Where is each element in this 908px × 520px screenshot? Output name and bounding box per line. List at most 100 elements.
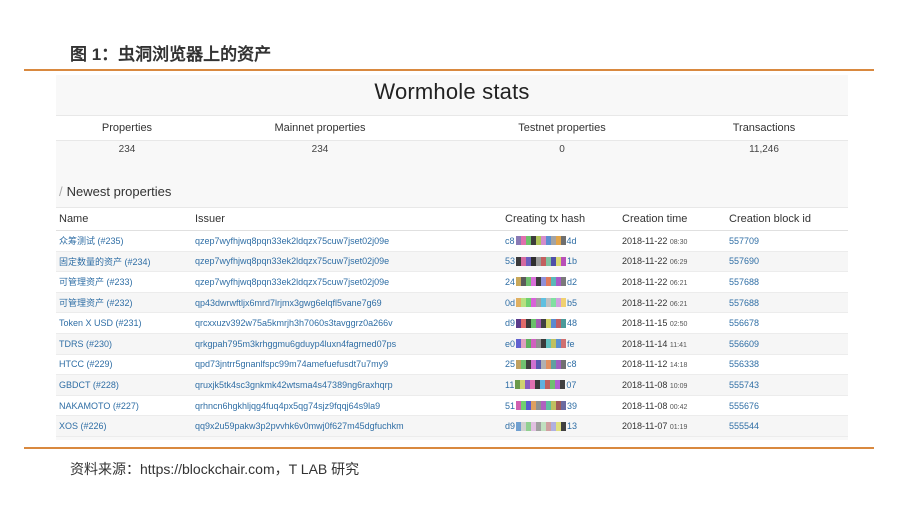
tx-hash-link[interactable]: d9 13	[502, 415, 619, 437]
issuer-address-link[interactable]: qzep7wyfhjwq8pqn33ek2ldqzx75cuw7jset02j0…	[192, 230, 502, 252]
property-name: TDRS (#230)	[59, 338, 113, 349]
issuer-address: qzep7wyfhjwq8pqn33ek2ldqzx75cuw7jset02j0…	[195, 276, 390, 287]
tx-hash-link[interactable]: 53 1b	[502, 251, 619, 273]
block-id-link[interactable]: 555676	[726, 395, 848, 417]
creation-date: 2018-11-14	[622, 338, 668, 349]
block-id-link[interactable]: 556609	[726, 333, 848, 355]
block-id-link[interactable]: 556678	[726, 312, 848, 334]
issuer-address: qpd73jntrr5gnanlfspc99m74amefuefusdt7u7m…	[195, 359, 389, 370]
creation-time: 2018-11-14 11:41	[619, 333, 726, 355]
creation-time: 2018-11-22 08:30	[619, 230, 726, 252]
issuer-address-link[interactable]: qzep7wyfhjwq8pqn33ek2ldqzx75cuw7jset02j0…	[192, 251, 502, 273]
stats-header-mainnet: Mainnet properties	[274, 122, 366, 134]
table-row: GBDCT (#228) qruxjk5tk4sc3gnkmk42wtsma4s4…	[56, 374, 848, 396]
column-header-issuer: Issuer	[192, 207, 502, 231]
creation-clock: 00:42	[669, 403, 688, 411]
table-row: NAKAMOTO (#227) qrhncn6hgkhljqg4fuq4px5qg…	[56, 395, 848, 417]
tx-hash-link[interactable]: 51 39	[502, 395, 619, 417]
tx-hash-suffix: b5	[567, 297, 578, 308]
creation-date: 2018-11-07	[622, 421, 668, 432]
tx-hash-redaction	[515, 236, 566, 246]
tx-hash-prefix: 25	[505, 359, 516, 370]
stats-header-testnet: Testnet properties	[518, 122, 606, 134]
property-name: NAKAMOTO (#227)	[59, 400, 139, 411]
redaction-block	[561, 359, 567, 369]
redaction-block	[561, 277, 567, 287]
tx-hash-prefix: 0d	[505, 297, 516, 308]
block-id: 557709	[729, 235, 760, 246]
property-name-link[interactable]: NAKAMOTO (#227)	[56, 395, 192, 417]
issuer-address-link[interactable]: qrhncn6hgkhljqg4fuq4px5qg74sjz9fqqj64s9l…	[192, 395, 502, 417]
block-id: 556609	[729, 338, 760, 349]
property-name-link[interactable]: XOS (#226)	[56, 415, 192, 437]
tx-hash-prefix: 24	[505, 276, 516, 287]
property-name-link[interactable]: GBDCT (#228)	[56, 374, 192, 396]
bottom-divider	[24, 447, 874, 449]
block-id-link[interactable]: 557688	[726, 292, 848, 314]
tx-hash-link[interactable]: c8 4d	[502, 230, 619, 252]
property-name: XOS (#226)	[59, 421, 107, 432]
tx-hash-link[interactable]: e0 fe	[502, 333, 619, 355]
issuer-address-link[interactable]: qzep7wyfhjwq8pqn33ek2ldqzx75cuw7jset02j0…	[192, 271, 502, 293]
block-id: 556678	[729, 318, 760, 329]
property-name-link[interactable]: 众筹测试 (#235)	[56, 230, 192, 252]
newest-properties-table: Name Issuer Creating tx hash Creation ti…	[56, 207, 848, 437]
tx-hash-link[interactable]: 0d b5	[502, 292, 619, 314]
property-name-link[interactable]: TDRS (#230)	[56, 333, 192, 355]
issuer-address: qp43dwrwftljx6mrd7lrjmx3gwg6elqfl5vane7g…	[195, 297, 382, 308]
tx-hash-link[interactable]: d9 48	[502, 312, 619, 334]
property-name-link[interactable]: 可管理资产 (#233)	[56, 271, 192, 293]
issuer-address-link[interactable]: qp43dwrwftljx6mrd7lrjmx3gwg6elqfl5vane7g…	[192, 292, 502, 314]
property-name: 可管理资产 (#233)	[59, 277, 133, 288]
table-body: 众筹测试 (#235) qzep7wyfhjwq8pqn33ek2ldqzx75c…	[56, 230, 848, 437]
property-name-link[interactable]: 可管理资产 (#232)	[56, 292, 192, 314]
property-name: 固定数量的资产 (#234)	[59, 256, 151, 267]
creation-date: 2018-11-15	[622, 318, 668, 329]
table-row: XOS (#226) qq9x2u59pakw3p2pvvhk6v0mwj0f62…	[56, 415, 848, 437]
tx-hash-link[interactable]: 11 07	[502, 374, 619, 396]
block-id-link[interactable]: 557709	[726, 230, 848, 252]
tx-hash-prefix: d9	[505, 421, 516, 432]
tx-hash-link[interactable]: 25 c8	[502, 354, 619, 376]
issuer-address: qzep7wyfhjwq8pqn33ek2ldqzx75cuw7jset02j0…	[195, 256, 390, 267]
block-id-link[interactable]: 556338	[726, 354, 848, 376]
tx-hash-suffix: 13	[567, 421, 578, 432]
property-name: Token X USD (#231)	[59, 318, 142, 329]
property-name: 可管理资产 (#232)	[59, 298, 133, 309]
tx-hash-prefix: 11	[505, 379, 515, 390]
property-name-link[interactable]: 固定数量的资产 (#234)	[56, 251, 192, 273]
table-row: TDRS (#230) qrkgpah795m3krhggmu6gduyp4lux…	[56, 333, 848, 355]
creation-time: 2018-11-12 14:18	[619, 354, 726, 376]
block-id: 557690	[729, 256, 760, 267]
issuer-address-link[interactable]: qruxjk5tk4sc3gnkmk42wtsma4s47389ng6raxhq…	[192, 374, 502, 396]
issuer-address-link[interactable]: qpd73jntrr5gnanlfspc99m74amefuefusdt7u7m…	[192, 354, 502, 376]
issuer-address: qrkgpah795m3krhggmu6gduyp4luxn4fagrned07…	[195, 338, 397, 349]
tx-hash-suffix: 39	[567, 400, 578, 411]
issuer-address-link[interactable]: qq9x2u59pakw3p2pvvhk6v0mwj0f627m45dgfuch…	[192, 415, 502, 437]
tx-hash-suffix: d2	[567, 276, 578, 287]
block-id-link[interactable]: 555544	[726, 415, 848, 437]
stats-header-row: Properties Mainnet properties Testnet pr…	[56, 115, 848, 141]
tx-hash-redaction	[516, 277, 567, 287]
creation-clock: 02:50	[669, 321, 688, 329]
issuer-address-link[interactable]: qrcxxuzv392w75a5kmrjh3h7060s3tavggrz0a26…	[192, 312, 502, 334]
creation-time: 2018-11-08 10:09	[619, 374, 726, 396]
table-header-row: Name Issuer Creating tx hash Creation ti…	[56, 207, 848, 231]
block-id-link[interactable]: 557690	[726, 251, 848, 273]
creation-clock: 01:19	[669, 424, 688, 432]
property-name: 众筹测试 (#235)	[59, 236, 124, 247]
creation-clock: 11:41	[669, 341, 687, 349]
block-id-link[interactable]: 555743	[726, 374, 848, 396]
issuer-address-link[interactable]: qrkgpah795m3krhggmu6gduyp4luxn4fagrned07…	[192, 333, 502, 355]
property-name-link[interactable]: HTCC (#229)	[56, 354, 192, 376]
wormhole-stats-panel: Wormhole stats Properties Mainnet proper…	[56, 75, 848, 440]
creation-clock: 10:09	[669, 382, 688, 390]
newest-properties-heading: / Newest properties	[59, 184, 172, 199]
tx-hash-suffix: fe	[567, 338, 575, 349]
tx-hash-link[interactable]: 24 d2	[502, 271, 619, 293]
block-id-link[interactable]: 557688	[726, 271, 848, 293]
tx-hash-prefix: 51	[505, 400, 516, 411]
figure-title: 图 1：虫洞浏览器上的资产	[70, 45, 272, 64]
block-id: 557688	[729, 276, 760, 287]
property-name-link[interactable]: Token X USD (#231)	[56, 312, 192, 334]
